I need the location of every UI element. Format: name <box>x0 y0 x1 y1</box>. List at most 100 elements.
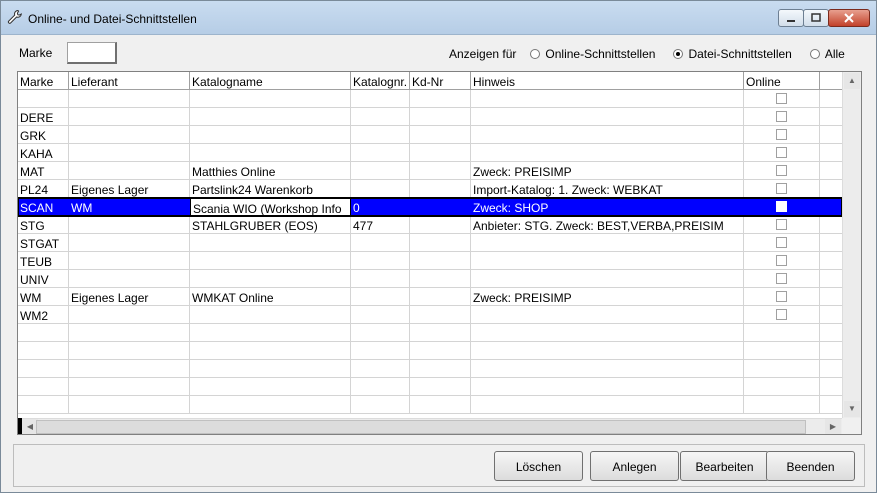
online-checkbox[interactable] <box>776 273 787 284</box>
table-row[interactable]: PL24 Eigenes Lager Partslink24 Warenkorb Im… <box>18 180 842 198</box>
cell-kdnr[interactable] <box>410 396 471 414</box>
header-hinweis[interactable]: Hinweis <box>471 72 744 90</box>
cell-katalogname[interactable]: STAHLGRUBER (EOS) <box>190 216 351 234</box>
cell-marke[interactable]: STG <box>18 216 69 234</box>
cell-hinweis[interactable] <box>471 90 744 108</box>
cell-marke[interactable] <box>18 324 69 342</box>
table-row[interactable]: STG STAHLGRUBER (EOS) 477 Anbieter: STG. Zw… <box>18 216 842 234</box>
table-row[interactable]: KAHA <box>18 144 842 162</box>
cell-kdnr[interactable] <box>410 198 471 216</box>
cell-katalogname[interactable] <box>190 306 351 324</box>
cell-kdnr[interactable] <box>410 126 471 144</box>
cell-kdnr[interactable] <box>410 378 471 396</box>
cell-lieferant[interactable] <box>69 342 190 360</box>
beenden-button[interactable]: Beenden <box>766 451 855 481</box>
header-kdnr[interactable]: Kd-Nr <box>410 72 471 90</box>
cell-lieferant[interactable] <box>69 396 190 414</box>
cell-katalognr[interactable] <box>351 162 410 180</box>
cell-hinweis[interactable] <box>471 324 744 342</box>
cell-kdnr[interactable] <box>410 216 471 234</box>
scroll-down-icon[interactable]: ▼ <box>844 401 860 417</box>
radio-online-schnittstellen[interactable]: Online-Schnittstellen <box>530 47 655 61</box>
cell-katalognr[interactable] <box>351 378 410 396</box>
cell-katalognr[interactable] <box>351 324 410 342</box>
online-checkbox[interactable] <box>776 111 787 122</box>
table-row[interactable] <box>18 342 842 360</box>
cell-kdnr[interactable] <box>410 144 471 162</box>
cell-lieferant[interactable] <box>69 324 190 342</box>
cell-kdnr[interactable] <box>410 180 471 198</box>
cell-lieferant[interactable] <box>69 126 190 144</box>
table-row[interactable]: UNIV <box>18 270 842 288</box>
header-katalogname[interactable]: Katalogname <box>190 72 351 90</box>
cell-hinweis[interactable] <box>471 126 744 144</box>
cell-katalogname[interactable] <box>190 126 351 144</box>
table-row[interactable] <box>18 324 842 342</box>
cell-lieferant[interactable] <box>69 90 190 108</box>
cell-kdnr[interactable] <box>410 342 471 360</box>
cell-kdnr[interactable] <box>410 288 471 306</box>
horizontal-scrollbar[interactable]: ◀ ▶ <box>18 418 842 434</box>
cell-katalogname[interactable] <box>190 378 351 396</box>
cell-katalognr[interactable] <box>351 270 410 288</box>
cell-katalogname[interactable] <box>190 252 351 270</box>
table-row[interactable]: GRK <box>18 126 842 144</box>
cell-katalognr[interactable] <box>351 396 410 414</box>
cell-hinweis[interactable]: Zweck: PREISIMP <box>471 288 744 306</box>
cell-marke[interactable] <box>18 378 69 396</box>
cell-lieferant[interactable] <box>69 162 190 180</box>
radio-datei-dot[interactable] <box>673 49 684 59</box>
online-checkbox[interactable] <box>776 309 787 320</box>
header-lieferant[interactable]: Lieferant <box>69 72 190 90</box>
cell-katalogname[interactable] <box>190 324 351 342</box>
header-marke[interactable]: Marke <box>18 72 69 90</box>
cell-marke[interactable]: WM <box>18 288 69 306</box>
header-online[interactable]: Online <box>744 72 820 90</box>
cell-katalognr[interactable] <box>351 252 410 270</box>
scroll-right-icon[interactable]: ▶ <box>825 419 841 434</box>
cell-kdnr[interactable] <box>410 234 471 252</box>
cell-katalogname[interactable]: Matthies Online <box>190 162 351 180</box>
cell-hinweis[interactable] <box>471 378 744 396</box>
table-row[interactable] <box>18 90 842 108</box>
cell-katalogname[interactable]: WMKAT Online <box>190 288 351 306</box>
cell-katalogname[interactable]: Scania WIO (Workshop Info <box>190 198 351 216</box>
radio-alle[interactable]: Alle <box>809 47 845 61</box>
cell-marke[interactable]: SCAN <box>18 198 69 216</box>
cell-marke[interactable] <box>18 396 69 414</box>
cell-katalognr[interactable]: 477 <box>351 216 410 234</box>
cell-lieferant[interactable]: Eigenes Lager <box>69 180 190 198</box>
cell-kdnr[interactable] <box>410 108 471 126</box>
cell-hinweis[interactable]: Zweck: PREISIMP <box>471 162 744 180</box>
table-row[interactable] <box>18 378 842 396</box>
cell-kdnr[interactable] <box>410 360 471 378</box>
cell-kdnr[interactable] <box>410 162 471 180</box>
cell-lieferant[interactable] <box>69 360 190 378</box>
cell-katalognr[interactable] <box>351 108 410 126</box>
cell-marke[interactable] <box>18 342 69 360</box>
radio-datei-schnittstellen[interactable]: Datei-Schnittstellen <box>673 47 792 61</box>
cell-katalognr[interactable] <box>351 288 410 306</box>
cell-katalognr[interactable] <box>351 306 410 324</box>
table-row[interactable]: SCAN WM Scania WIO (Workshop Info 0 Zweck: S… <box>18 197 842 217</box>
bearbeiten-button[interactable]: Bearbeiten <box>680 451 769 481</box>
cell-lieferant[interactable] <box>69 234 190 252</box>
radio-online-dot[interactable] <box>530 49 541 59</box>
interface-table[interactable]: Marke Lieferant Katalogname Katalognr. K… <box>17 71 862 435</box>
cell-marke[interactable]: GRK <box>18 126 69 144</box>
cell-katalogname[interactable] <box>190 144 351 162</box>
cell-lieferant[interactable]: WM <box>69 198 190 216</box>
cell-marke[interactable]: PL24 <box>18 180 69 198</box>
table-row[interactable]: MAT Matthies Online Zweck: PREISIMP <box>18 162 842 180</box>
cell-hinweis[interactable] <box>471 144 744 162</box>
cell-hinweis[interactable] <box>471 252 744 270</box>
cell-katalognr[interactable] <box>351 126 410 144</box>
online-checkbox[interactable] <box>776 129 787 140</box>
scroll-up-icon[interactable]: ▲ <box>844 73 860 89</box>
table-row[interactable]: WM Eigenes Lager WMKAT Online Zweck: PREISI… <box>18 288 842 306</box>
horizontal-scroll-thumb[interactable] <box>36 420 806 434</box>
online-checkbox[interactable] <box>776 147 787 158</box>
cell-kdnr[interactable] <box>410 90 471 108</box>
vertical-scrollbar[interactable]: ▲ ▼ <box>842 72 861 418</box>
online-checkbox[interactable] <box>776 93 787 104</box>
